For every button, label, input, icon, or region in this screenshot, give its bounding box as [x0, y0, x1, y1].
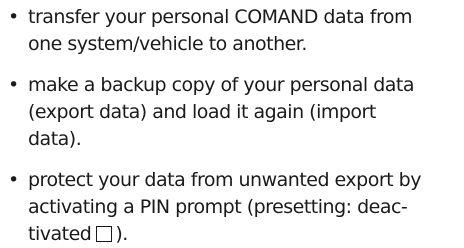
- list-item-text-line-with-icon: tivated).: [28, 221, 458, 248]
- list-item-text-line: make a backup copy of your personal data: [28, 74, 415, 96]
- list-item-transfer-data: • transfer your personal COMAND data fro…: [6, 4, 458, 58]
- list-item-protect-data: • protect your data from unwanted export…: [6, 167, 458, 248]
- list-item-text-line: activating a PIN prompt (presetting: dea…: [28, 196, 408, 218]
- list-item-backup-data: • make a backup copy of your personal da…: [6, 72, 458, 153]
- list-item-text-line: (export data) and load it again (import: [28, 101, 376, 123]
- list-item-text-line: data).: [28, 128, 82, 150]
- list-item-text-line: one system/vehicle to another.: [28, 33, 307, 55]
- bullet-icon: •: [8, 169, 19, 191]
- feature-bullet-list: • transfer your personal COMAND data fro…: [6, 4, 458, 248]
- list-item-text-line: protect your data from unwanted export b…: [28, 169, 421, 191]
- list-item-text-line: transfer your personal COMAND data from: [28, 6, 412, 28]
- bullet-icon: •: [8, 74, 19, 96]
- list-item-text-fragment: ).: [115, 223, 128, 245]
- bullet-icon: •: [8, 6, 19, 28]
- checkbox-unchecked-icon: [96, 226, 113, 242]
- list-item-text-fragment: tivated: [28, 223, 92, 245]
